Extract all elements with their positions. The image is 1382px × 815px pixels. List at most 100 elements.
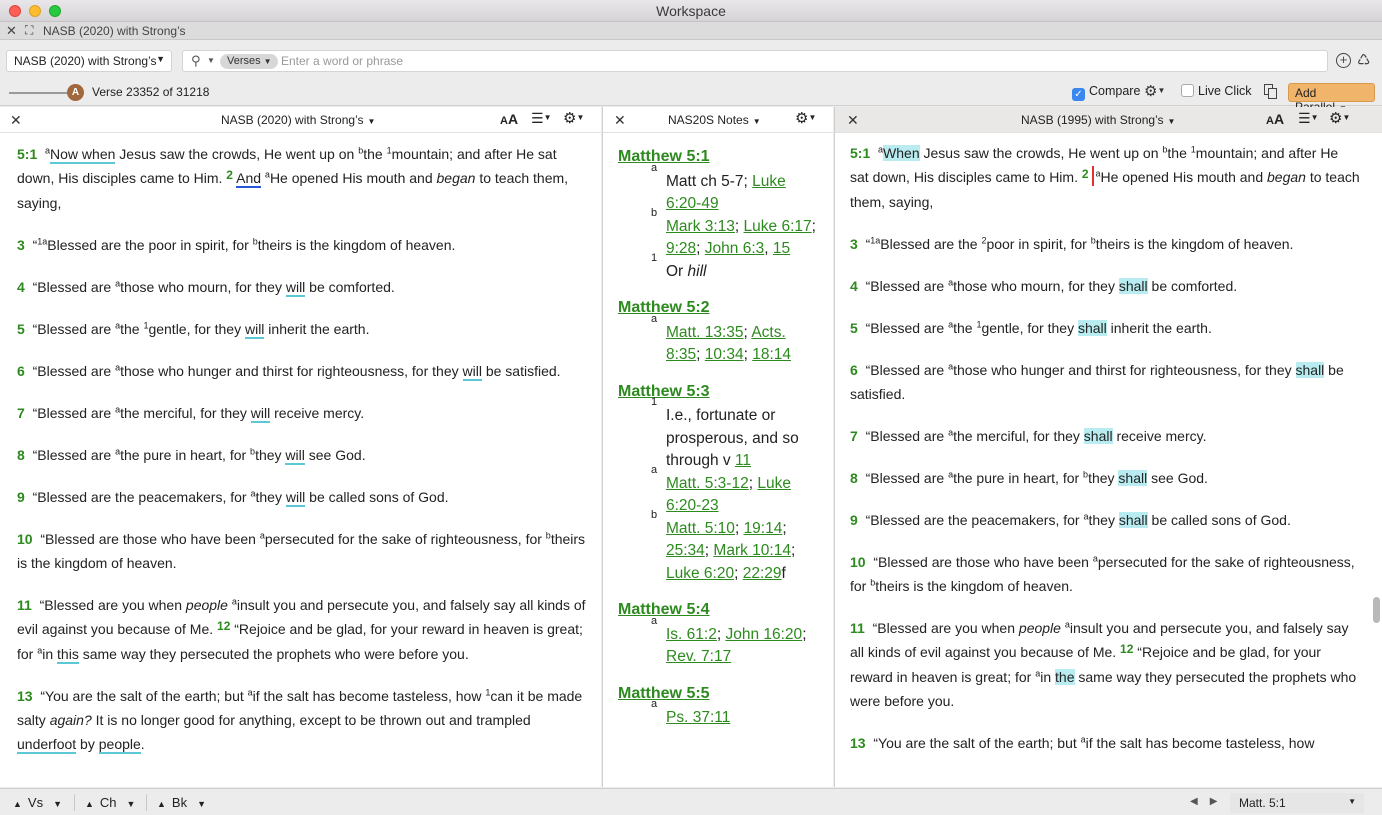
verse-number[interactable]: 5:1 [850, 145, 870, 161]
reference-link[interactable]: Ps. 37:11 [666, 709, 730, 726]
verse-number[interactable]: 3 [17, 237, 25, 253]
chapter-nav[interactable]: ▲ Ch ▼ [85, 795, 135, 810]
vertical-scrollbar[interactable] [1373, 597, 1380, 623]
note-heading-link[interactable]: Matthew 5:3 [618, 381, 823, 404]
panel-title-selector[interactable]: NASB (2020) with Strong’s ▼ [221, 113, 375, 127]
verse-nav[interactable]: ▲ Vs ▼ [13, 795, 62, 810]
verse-number[interactable]: 11 [850, 620, 865, 636]
reference-link[interactable]: 25:34 [666, 542, 705, 559]
reference-link[interactable]: 10:34 [705, 346, 744, 363]
reference-link[interactable]: John 16:20 [725, 626, 802, 643]
verse-number[interactable]: 12 [1120, 642, 1133, 656]
note-heading-link[interactable]: Matthew 5:1 [618, 146, 823, 169]
verse-number[interactable]: 2 [226, 168, 233, 182]
reference-link[interactable]: 19:14 [744, 520, 783, 537]
history-nav[interactable]: ◀▶ [1190, 796, 1229, 807]
down-arrow-icon[interactable]: ▼ [53, 799, 62, 809]
compare-checkbox[interactable]: ✓ [1072, 88, 1085, 101]
verse-number[interactable]: 13 [850, 735, 866, 751]
footnote-marker[interactable]: 1a [37, 236, 47, 246]
compare-settings-gear-icon[interactable]: ⚙▼ [1144, 82, 1165, 100]
resource-selector[interactable]: NASB (2020) with Strong’s ▼ [6, 50, 172, 72]
live-click-toggle[interactable]: Live Click [1181, 84, 1252, 98]
reference-link[interactable]: Matt. 5:3-12 [666, 475, 749, 492]
close-panel-icon[interactable]: ✕ [847, 112, 859, 129]
reference-link[interactable]: John 6:3 [705, 240, 764, 257]
live-click-checkbox[interactable] [1181, 84, 1194, 97]
font-size-icon[interactable]: AA [500, 111, 518, 127]
reference-link[interactable]: 15 [773, 240, 790, 257]
up-arrow-icon[interactable]: ▲ [13, 799, 22, 809]
verse-number[interactable]: 9 [850, 512, 858, 528]
verse-number[interactable]: 10 [17, 531, 33, 547]
chevron-down-icon[interactable]: ▼ [1348, 797, 1356, 806]
forward-arrow-icon[interactable]: ▶ [1210, 796, 1230, 807]
note-heading-link[interactable]: Matthew 5:2 [618, 297, 823, 320]
reference-link[interactable]: Matt. 5:10 [666, 520, 735, 537]
reference-link[interactable]: 9:28 [666, 240, 696, 257]
gear-icon[interactable]: ⚙▼ [795, 109, 816, 127]
verse-number[interactable]: 6 [850, 362, 858, 378]
selected-word[interactable]: And [236, 170, 262, 188]
font-size-icon[interactable]: AA [1266, 111, 1284, 127]
close-panel-icon[interactable]: ✕ [614, 112, 626, 129]
reference-link[interactable]: 18:14 [752, 346, 791, 363]
reference-link[interactable]: 22:29 [743, 565, 782, 582]
list-view-icon[interactable]: ☰▼ [531, 110, 551, 127]
chevron-down-icon[interactable]: ▼ [207, 56, 215, 65]
panel-title-selector[interactable]: NAS20S Notes ▼ [668, 113, 761, 127]
verse-number[interactable]: 4 [17, 279, 25, 295]
down-arrow-icon[interactable]: ▼ [127, 799, 136, 809]
reference-link[interactable]: Luke 6:17 [744, 218, 812, 235]
verse-number[interactable]: 12 [217, 619, 230, 633]
scope-selector[interactable]: Verses ▼ [220, 54, 278, 69]
book-nav[interactable]: ▲ Bk ▼ [157, 795, 206, 810]
back-arrow-icon[interactable]: ◀ [1190, 796, 1210, 807]
list-view-icon[interactable]: ☰▼ [1298, 110, 1318, 127]
verse-number[interactable]: 5 [850, 320, 858, 336]
reference-link[interactable]: Matt. 13:35 [666, 324, 744, 341]
note-heading-link[interactable]: Matthew 5:4 [618, 599, 823, 622]
note-heading-link[interactable]: Matthew 5:5 [618, 683, 823, 706]
verse-slider-track[interactable] [9, 92, 69, 94]
add-icon[interactable]: + [1336, 53, 1351, 68]
reference-link[interactable]: 11 [735, 452, 751, 469]
verse-number[interactable]: 13 [17, 688, 33, 704]
reference-link[interactable]: Mark 10:14 [713, 542, 791, 559]
close-panel-icon[interactable]: ✕ [10, 112, 22, 129]
reference-link[interactable]: Is. 61:2 [666, 626, 717, 643]
verse-number[interactable]: 6 [17, 363, 25, 379]
verse-number[interactable]: 8 [850, 470, 858, 486]
reference-link[interactable]: Mark 3:13 [666, 218, 735, 235]
reference-link[interactable]: Luke 6:20 [666, 565, 734, 582]
gear-icon[interactable]: ⚙▼ [1329, 109, 1350, 127]
expand-icon[interactable]: ⛶ [25, 23, 33, 38]
verse-number[interactable]: 2 [1082, 167, 1089, 181]
search-input[interactable] [281, 53, 1311, 69]
verse-number[interactable]: 4 [850, 278, 858, 294]
reference-box[interactable]: Matt. 5:1 ▼ [1230, 793, 1364, 813]
verse-number[interactable]: 7 [17, 405, 25, 421]
verse-number[interactable]: 5 [17, 321, 25, 337]
up-arrow-icon[interactable]: ▲ [85, 799, 94, 809]
add-parallel-button[interactable]: Add Parallel▼ [1288, 83, 1375, 114]
verse-number[interactable]: 3 [850, 236, 858, 252]
down-arrow-icon[interactable]: ▼ [197, 799, 206, 809]
copy-icon[interactable] [1264, 84, 1278, 99]
verse-number[interactable]: 7 [850, 428, 858, 444]
footnote-marker[interactable]: 1a [870, 235, 880, 245]
verse-number[interactable]: 9 [17, 489, 25, 505]
up-arrow-icon[interactable]: ▲ [157, 799, 166, 809]
verse-number[interactable]: 8 [17, 447, 25, 463]
search-icon[interactable]: ⚲ [191, 53, 201, 69]
verse-number[interactable]: 5:1 [17, 146, 37, 162]
reference-link[interactable]: Rev. 7:17 [666, 648, 731, 665]
close-tab-icon[interactable]: ✕ [6, 23, 17, 39]
panel-title-selector[interactable]: NASB (1995) with Strong’s ▼ [1021, 113, 1175, 127]
recycle-icon[interactable]: ♺ [1357, 51, 1370, 69]
compare-toggle[interactable]: ✓ Compare [1072, 84, 1140, 101]
verse-slider-knob[interactable]: A [67, 84, 84, 101]
verse-number[interactable]: 11 [17, 597, 32, 613]
gear-icon[interactable]: ⚙▼ [563, 109, 584, 127]
tab-title[interactable]: NASB (2020) with Strong’s [43, 24, 186, 38]
